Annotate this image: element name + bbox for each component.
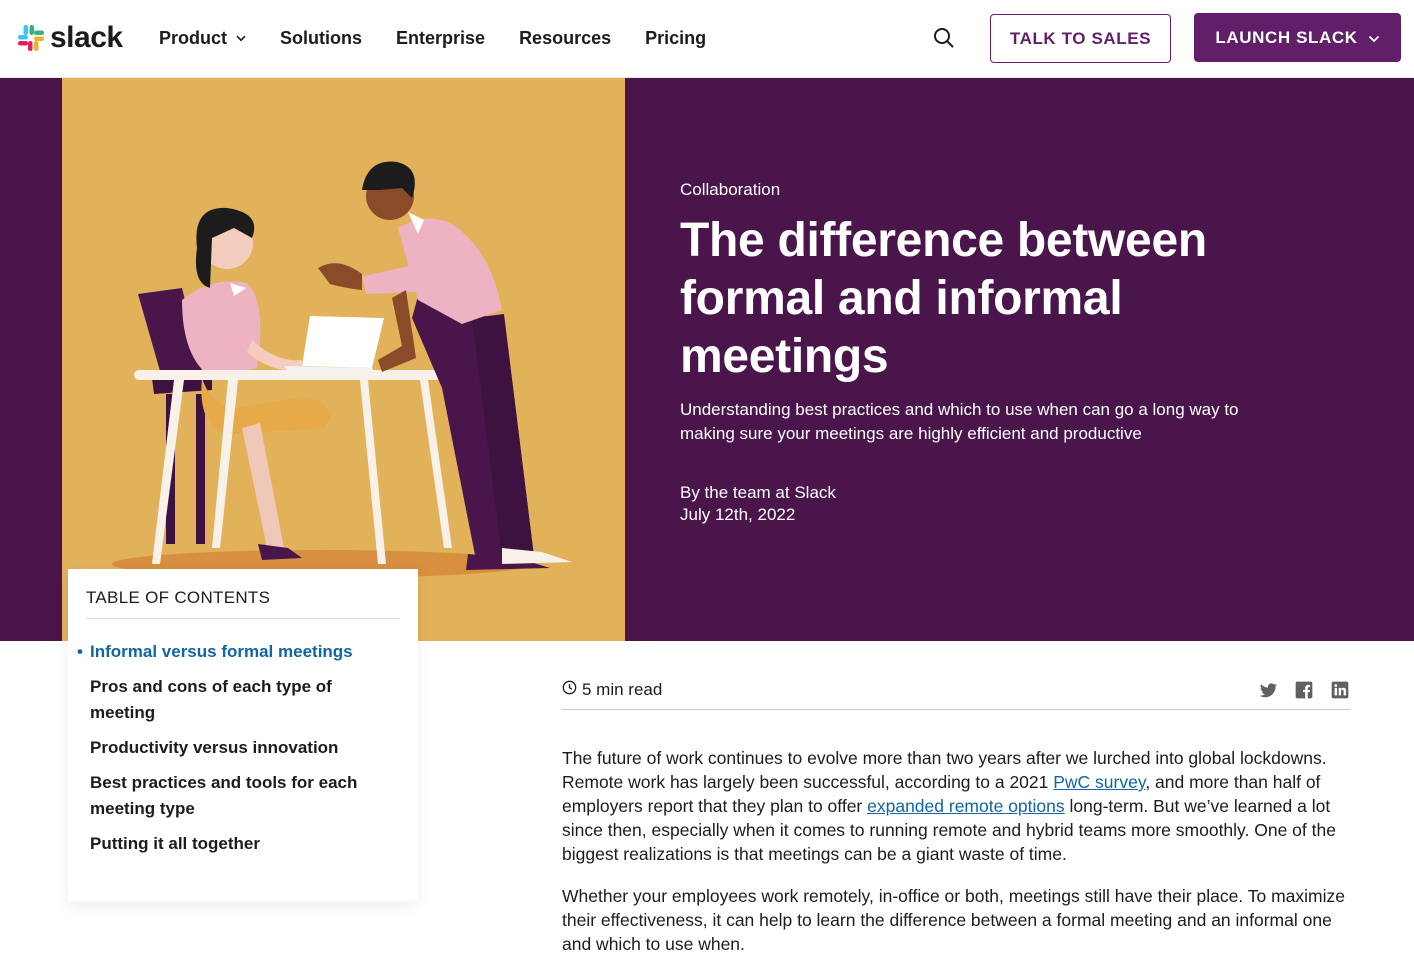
article-category[interactable]: Collaboration — [680, 178, 1280, 202]
toc-item-productivity-vs-innovation[interactable]: Productivity versus innovation — [90, 735, 390, 761]
slack-logo[interactable]: slack — [18, 21, 123, 54]
read-time: 5 min read — [562, 680, 662, 700]
article-meta-row: 5 min read — [562, 676, 1350, 710]
chevron-down-icon — [1368, 28, 1380, 48]
logo-wordmark: slack — [50, 21, 123, 54]
primary-nav: Product Solutions Enterprise Resources P… — [159, 26, 740, 50]
toc-title: TABLE OF CONTENTS — [86, 588, 271, 607]
nav-item-label: Product — [159, 28, 228, 48]
article-date: July 12th, 2022 — [680, 505, 796, 524]
paragraph-second: Whether your employees work remotely, in… — [562, 886, 1345, 954]
toc-item-pros-cons[interactable]: Pros and cons of each type of meeting — [90, 674, 390, 726]
nav-item-solutions[interactable]: Solutions — [280, 26, 362, 50]
article-subtitle: Understanding best practices and which t… — [680, 400, 1239, 443]
article-body: The future of work continues to evolve m… — [562, 746, 1362, 970]
search-icon[interactable] — [932, 26, 956, 50]
toc-item-best-practices[interactable]: Best practices and tools for each meetin… — [90, 770, 390, 822]
toc-list: Informal versus formal meetings Pros and… — [77, 639, 390, 866]
toc-divider — [86, 618, 400, 619]
article-hero: Collaboration The difference between for… — [0, 78, 1414, 641]
nav-item-enterprise[interactable]: Enterprise — [396, 26, 485, 50]
article-byline: By the team at Slack — [680, 483, 836, 502]
twitter-icon[interactable] — [1258, 680, 1278, 700]
pwc-survey-link[interactable]: PwC survey — [1053, 772, 1145, 792]
nav-item-pricing[interactable]: Pricing — [645, 26, 706, 50]
nav-item-resources[interactable]: Resources — [519, 26, 611, 50]
talk-to-sales-button[interactable]: TALK TO SALES — [990, 14, 1171, 63]
launch-slack-label: LAUNCH SLACK — [1215, 27, 1358, 47]
chevron-down-icon — [236, 35, 246, 42]
share-icons — [1258, 680, 1350, 700]
nav-item-product[interactable]: Product — [159, 26, 246, 50]
hero-text: Collaboration The difference between for… — [680, 178, 1280, 526]
toc-item-putting-together[interactable]: Putting it all together — [90, 831, 390, 857]
launch-slack-button[interactable]: LAUNCH SLACK — [1194, 13, 1401, 62]
linkedin-icon[interactable] — [1330, 680, 1350, 700]
slack-logo-icon — [18, 25, 44, 51]
expanded-remote-options-link[interactable]: expanded remote options — [867, 796, 1065, 816]
article-title: The difference between formal and inform… — [680, 214, 1207, 383]
top-nav: slack Product Solutions Enterprise Resou… — [0, 0, 1414, 78]
table-of-contents: TABLE OF CONTENTS Informal versus formal… — [68, 569, 418, 901]
toc-item-informal-vs-formal[interactable]: Informal versus formal meetings — [77, 639, 390, 665]
paragraph-intro: The future of work continues to evolve m… — [562, 746, 1362, 866]
read-time-label: 5 min read — [582, 680, 663, 699]
facebook-icon[interactable] — [1294, 680, 1314, 700]
clock-icon — [562, 680, 577, 700]
hero-illustration — [62, 78, 625, 641]
